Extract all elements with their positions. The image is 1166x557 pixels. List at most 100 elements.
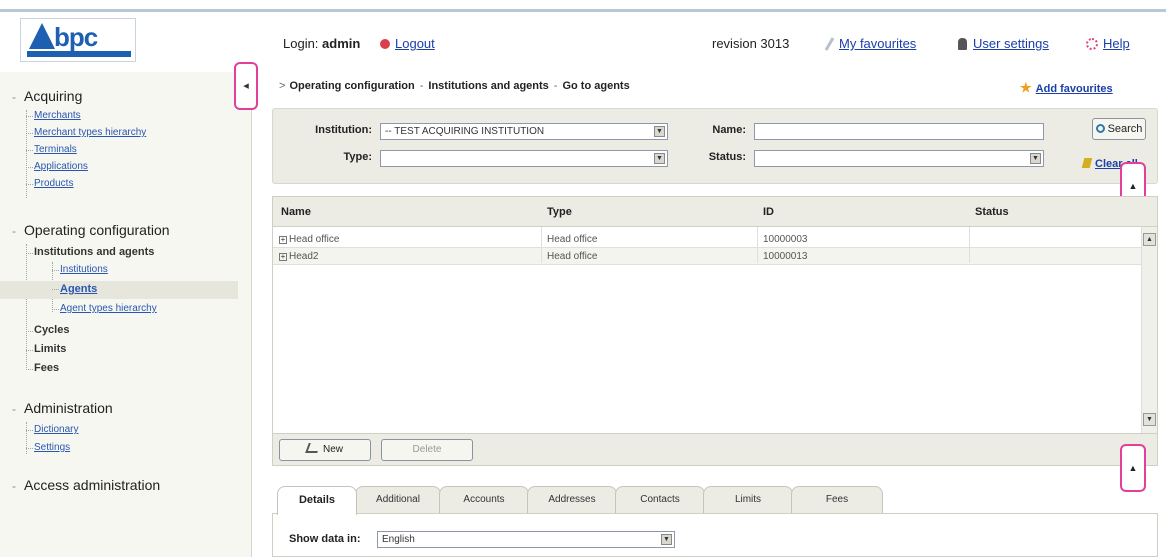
expand-icon[interactable]: +: [279, 236, 287, 244]
name-input[interactable]: [754, 123, 1044, 140]
type-label: Type:: [343, 151, 372, 163]
cell-id: 10000013: [763, 251, 808, 262]
add-favourites-link[interactable]: ★ Add favourites: [1020, 80, 1113, 96]
language-value: English: [382, 534, 415, 545]
sidebar-item-settings[interactable]: Settings: [25, 442, 70, 453]
sidebar-item-agent-types-hierarchy[interactable]: Agent types hierarchy: [52, 303, 157, 314]
column-header-name[interactable]: Name: [281, 206, 311, 218]
column-header-status[interactable]: Status: [975, 206, 1009, 218]
type-select[interactable]: ▼: [380, 150, 668, 167]
logo-band: [27, 51, 131, 57]
grid-header: Name Type ID Status: [273, 197, 1157, 227]
language-select[interactable]: English ▼: [377, 531, 675, 548]
tab-contacts[interactable]: Contacts: [615, 486, 705, 513]
status-select[interactable]: ▼: [754, 150, 1044, 167]
sidebar-group-institutions-and-agents[interactable]: Institutions and agents: [25, 246, 154, 258]
logout-label[interactable]: Logout: [395, 36, 435, 51]
logout-link[interactable]: Logout: [380, 36, 435, 51]
user-settings-label[interactable]: User settings: [973, 36, 1049, 51]
login-user: admin: [322, 36, 361, 51]
sidebar-item-fees[interactable]: Fees: [25, 362, 59, 374]
status-label: Status:: [708, 151, 746, 163]
my-favourites-label[interactable]: My favourites: [839, 36, 916, 51]
sidebar-item-products[interactable]: Products: [25, 178, 73, 189]
sidebar-item-merchant-types-hierarchy[interactable]: Merchant types hierarchy: [25, 127, 146, 138]
sidebar-item-cycles[interactable]: Cycles: [25, 324, 69, 336]
dropdown-arrow-icon: ▼: [654, 126, 665, 137]
column-divider: [541, 227, 542, 263]
breadcrumb-item[interactable]: Operating configuration: [289, 80, 414, 92]
pencil-icon: [824, 37, 835, 51]
tab-limits[interactable]: Limits: [703, 486, 793, 513]
collapse-sidebar-button[interactable]: ◂: [234, 62, 258, 110]
cell-name: + Head2: [279, 251, 318, 262]
sidebar-item-applications[interactable]: Applications: [26, 161, 88, 172]
breadcrumb-arrow-icon: >: [279, 80, 286, 92]
column-divider: [757, 227, 758, 263]
sidebar-item-institutions[interactable]: Institutions: [52, 264, 108, 275]
sidebar: - Acquiring Merchants Merchant types hier…: [0, 72, 252, 557]
sidebar-item-agents[interactable]: Agents: [51, 283, 97, 295]
tab-accounts[interactable]: Accounts: [439, 486, 529, 513]
cell-id: 10000003: [763, 234, 808, 245]
new-button-label: New: [322, 444, 343, 455]
breadcrumb: > Operating configuration - Institutions an…: [279, 80, 630, 92]
table-row[interactable]: + Head office Head office 10000003: [273, 231, 1141, 248]
breadcrumb-item[interactable]: Institutions and agents: [428, 80, 548, 92]
expand-icon[interactable]: +: [279, 253, 287, 261]
search-button[interactable]: Search: [1092, 118, 1146, 140]
bpc-logo: bpc: [20, 18, 136, 62]
tree-line: [26, 244, 27, 370]
sidebar-section-access-administration[interactable]: - Access administration: [12, 477, 160, 493]
collapse-grid-button[interactable]: ▲: [1120, 444, 1146, 492]
user-icon: [958, 38, 967, 50]
delete-button-label: Delete: [412, 444, 442, 455]
scroll-up-icon[interactable]: ▲: [1143, 233, 1156, 246]
scroll-down-icon[interactable]: ▼: [1143, 413, 1156, 426]
help-icon: [1086, 38, 1098, 50]
my-favourites-link[interactable]: My favourites: [824, 36, 916, 51]
cell-name-text: Head2: [289, 251, 319, 262]
tab-details[interactable]: Details: [277, 486, 357, 515]
cell-name: + Head office: [279, 234, 339, 245]
sidebar-item-terminals[interactable]: Terminals: [26, 144, 77, 155]
tab-fees[interactable]: Fees: [791, 486, 883, 513]
table-row[interactable]: + Head2 Head office 10000013: [273, 248, 1141, 265]
column-header-type[interactable]: Type: [547, 206, 572, 218]
grid-scrollbar[interactable]: ▲ ▼: [1141, 227, 1157, 433]
sidebar-section-acquiring[interactable]: - Acquiring: [12, 88, 82, 104]
details-panel: Show data in: English ▼: [272, 513, 1158, 557]
sidebar-item-limits[interactable]: Limits: [25, 343, 66, 355]
user-settings-link[interactable]: User settings: [958, 36, 1049, 51]
selected-row-highlight: [0, 281, 238, 299]
delete-button[interactable]: Delete: [381, 439, 473, 461]
section-title: Operating configuration: [24, 222, 170, 238]
breadcrumb-separator: -: [553, 80, 558, 92]
new-button[interactable]: New: [279, 439, 371, 461]
filter-panel: [272, 108, 1158, 184]
sidebar-section-operating-configuration[interactable]: - Operating configuration: [12, 222, 170, 238]
add-favourites-label[interactable]: Add favourites: [1036, 83, 1113, 95]
institution-select[interactable]: -- TEST ACQUIRING INSTITUTION ▼: [380, 123, 668, 140]
cell-type: Head office: [547, 251, 598, 262]
breadcrumb-separator: -: [419, 80, 424, 92]
tree-line: [26, 422, 27, 454]
column-header-id[interactable]: ID: [763, 206, 774, 218]
cell-name-text: Head office: [289, 234, 340, 245]
sidebar-section-administration[interactable]: - Administration: [12, 400, 113, 416]
star-icon: ★: [1020, 80, 1032, 95]
section-title: Access administration: [24, 477, 161, 493]
agents-grid: Name Type ID Status + Head office Head of…: [272, 196, 1158, 434]
institution-value: -- TEST ACQUIRING INSTITUTION: [385, 126, 545, 137]
help-link[interactable]: Help: [1086, 36, 1130, 51]
sidebar-item-merchants[interactable]: Merchants: [26, 110, 81, 121]
tab-additional[interactable]: Additional: [355, 486, 441, 513]
dropdown-arrow-icon: ▼: [661, 534, 672, 545]
show-data-label: Show data in:: [289, 533, 361, 545]
help-label[interactable]: Help: [1103, 36, 1130, 51]
broom-icon: [1081, 158, 1093, 168]
tab-addresses[interactable]: Addresses: [527, 486, 617, 513]
sidebar-item-dictionary[interactable]: Dictionary: [25, 424, 78, 435]
dropdown-arrow-icon: ▼: [1030, 153, 1041, 164]
revision-label: revision 3013: [712, 36, 790, 51]
